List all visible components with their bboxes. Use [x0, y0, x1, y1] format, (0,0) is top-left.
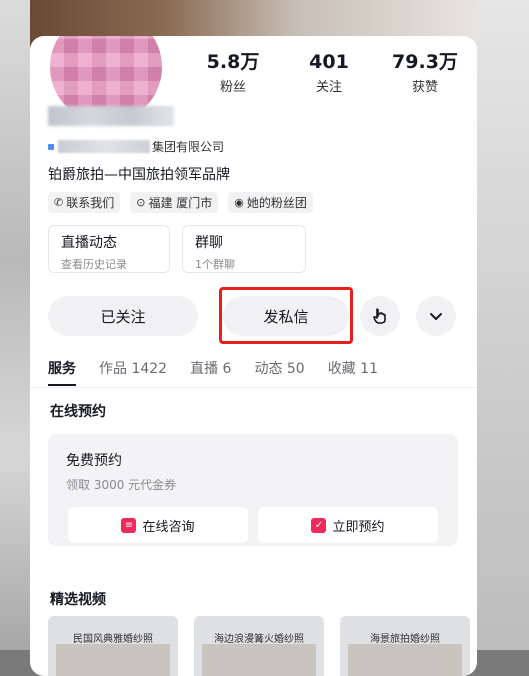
hand-pointer-icon — [373, 308, 386, 324]
stats-row: 5.8万 粉丝 401 关注 79.3万 获赞 — [185, 50, 475, 95]
video-image — [202, 644, 316, 676]
eye-icon: ◉ — [234, 196, 244, 209]
video-caption: 海景旅拍婚纱照 — [370, 634, 440, 645]
more-button[interactable] — [416, 296, 456, 336]
tag-location[interactable]: ⊙ 福建 厦门市 — [130, 192, 219, 213]
booking-card-subtitle: 领取 3000 元代金券 — [66, 478, 177, 492]
background-left — [0, 0, 30, 650]
phone-icon: ✆ — [54, 196, 64, 209]
chat-icon: ≡ — [121, 517, 137, 533]
stat-label: 关注 — [315, 80, 342, 95]
stat-label: 粉丝 — [219, 80, 246, 95]
video-thumbnail[interactable]: 海景旅拍婚纱照 — [340, 616, 470, 676]
stat-value: 5.8万 — [206, 51, 260, 73]
booking-section-title: 在线预约 — [50, 404, 106, 420]
tag-fan-club[interactable]: ◉ 她的粉丝团 — [228, 192, 313, 213]
company-verification: 集团有限公司 — [48, 138, 224, 155]
profile-tabs: 服务 作品 1422 直播 6 动态 50 收藏 11 — [48, 358, 401, 386]
profile-card: 5.8万 粉丝 401 关注 79.3万 获赞 集团有限公司 铂爵旅拍—中国旅拍… — [30, 36, 477, 676]
feature-title: 群聊 — [195, 235, 223, 251]
online-consult-button[interactable]: ≡ 在线咨询 — [68, 507, 248, 543]
stat-value: 79.3万 — [392, 51, 458, 73]
stat-fans[interactable]: 5.8万 粉丝 — [185, 50, 281, 95]
feature-subtitle: 1个群聊 — [195, 258, 235, 271]
tag-label: 她的粉丝团 — [246, 196, 307, 210]
tag-contact[interactable]: ✆ 联系我们 — [48, 192, 121, 213]
feature-row: 直播动态 查看历史记录 群聊 1个群聊 — [48, 225, 306, 273]
profile-tags: ✆ 联系我们 ⊙ 福建 厦门市 ◉ 她的粉丝团 — [48, 192, 313, 213]
tabs-divider — [30, 387, 477, 388]
stat-likes[interactable]: 79.3万 获赞 — [377, 50, 473, 95]
video-caption: 海边浪漫篝火婚纱照 — [214, 634, 304, 645]
checkbox-icon: ✓ — [311, 517, 327, 533]
feature-live-history[interactable]: 直播动态 查看历史记录 — [48, 225, 170, 273]
booking-card-title: 免费预约 — [66, 453, 122, 469]
tag-label: 福建 厦门市 — [148, 196, 213, 210]
video-image — [348, 644, 462, 676]
stat-label: 获赞 — [411, 80, 438, 95]
video-image — [56, 644, 170, 676]
consult-label: 在线咨询 — [142, 519, 195, 535]
background-right — [477, 0, 529, 650]
feature-title: 直播动态 — [61, 235, 117, 251]
video-caption: 民国风典雅婚纱照 — [73, 634, 153, 645]
stat-following[interactable]: 401 关注 — [281, 50, 377, 95]
booking-card: 免费预约 领取 3000 元代金券 ≡ 在线咨询 ✓ 立即预约 — [48, 434, 458, 546]
chevron-down-icon — [430, 313, 442, 320]
tab-posts[interactable]: 动态 50 — [254, 358, 304, 378]
blurred-company-name — [58, 140, 150, 153]
book-label: 立即预约 — [332, 519, 385, 535]
company-suffix: 集团有限公司 — [152, 140, 225, 154]
tag-label: 联系我们 — [66, 196, 115, 210]
blurred-username — [48, 106, 174, 126]
location-pin-icon: ⊙ — [136, 196, 146, 209]
tab-favorites[interactable]: 收藏 11 — [328, 358, 378, 378]
featured-videos: 民国风典雅婚纱照 海边浪漫篝火婚纱照 海景旅拍婚纱照 — [48, 616, 470, 676]
video-thumbnail[interactable]: 海边浪漫篝火婚纱照 — [194, 616, 324, 676]
profile-bio: 铂爵旅拍—中国旅拍领军品牌 — [48, 167, 230, 183]
action-row: 已关注 发私信 — [48, 287, 460, 344]
feature-group-chat[interactable]: 群聊 1个群聊 — [182, 225, 306, 273]
tab-works[interactable]: 作品 1422 — [99, 358, 167, 378]
book-now-button[interactable]: ✓ 立即预约 — [258, 507, 438, 543]
feature-subtitle: 查看历史记录 — [61, 258, 127, 271]
following-button[interactable]: 已关注 — [48, 296, 198, 336]
videos-section-title: 精选视频 — [50, 592, 106, 608]
video-thumbnail[interactable]: 民国风典雅婚纱照 — [48, 616, 178, 676]
tab-live[interactable]: 直播 6 — [190, 358, 231, 378]
tab-services[interactable]: 服务 — [48, 358, 76, 386]
verified-icon — [48, 143, 54, 150]
hand-button[interactable] — [360, 296, 400, 336]
red-highlight-box — [219, 287, 353, 344]
stat-value: 401 — [309, 51, 349, 73]
